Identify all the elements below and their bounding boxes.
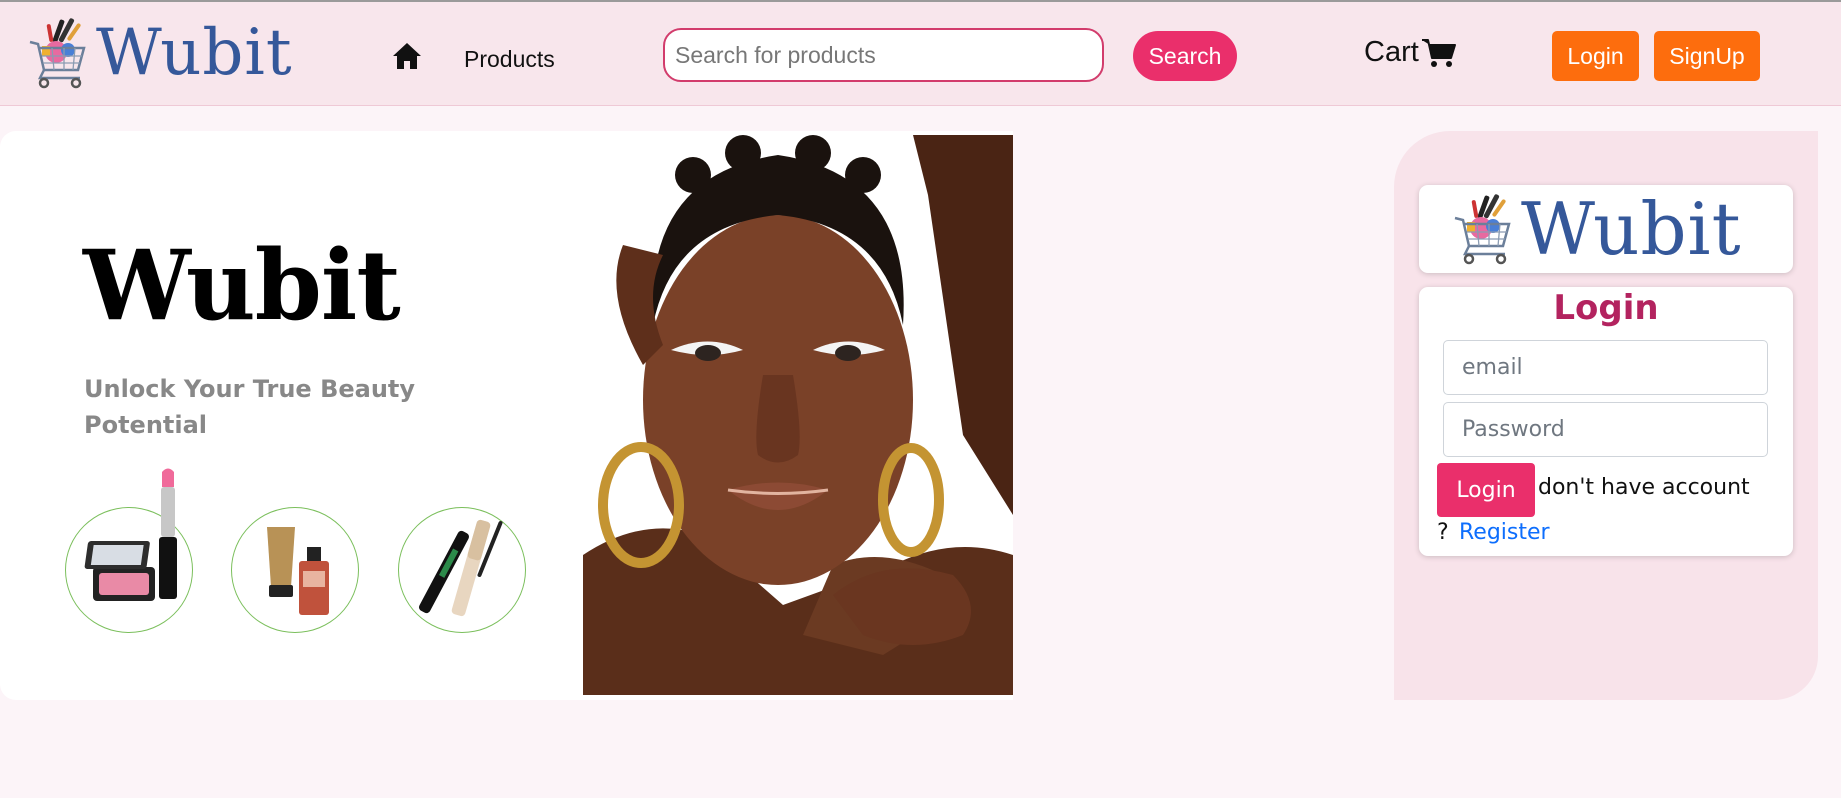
email-field[interactable] bbox=[1443, 340, 1768, 395]
search-button[interactable]: Search bbox=[1133, 31, 1237, 81]
panel-brand-name: Wubit bbox=[1521, 187, 1742, 271]
panel-logo-card: Wubit bbox=[1419, 185, 1793, 273]
no-account-text: don't have account bbox=[1538, 475, 1750, 500]
model-portrait-image bbox=[583, 135, 1013, 695]
question-mark-text: ? bbox=[1437, 520, 1449, 545]
login-side-panel: Wubit Login Login don't have account ? R… bbox=[1394, 131, 1818, 700]
login-heading: Login bbox=[1553, 288, 1659, 328]
shopping-cart-logo-icon bbox=[28, 16, 90, 90]
mascara-product-image bbox=[398, 507, 526, 633]
nav-products-link[interactable]: Products bbox=[464, 46, 555, 73]
login-button[interactable]: Login bbox=[1552, 31, 1639, 81]
blush-lipstick-product-image bbox=[65, 468, 193, 633]
brand-name: Wubit bbox=[96, 16, 293, 90]
signup-button[interactable]: SignUp bbox=[1654, 31, 1760, 81]
hero-banner: Wubit Unlock Your True Beauty Potential bbox=[0, 131, 1013, 700]
hero-title: Wubit bbox=[83, 229, 401, 342]
lotion-perfume-product-image bbox=[231, 507, 359, 633]
cart-label: Cart bbox=[1364, 36, 1419, 68]
hero-tagline: Unlock Your True Beauty Potential bbox=[84, 375, 416, 439]
cart-link[interactable]: Cart bbox=[1364, 36, 1457, 69]
cart-icon bbox=[1421, 37, 1457, 69]
password-field[interactable] bbox=[1443, 402, 1768, 457]
navbar: Wubit Products Search Cart Login SignUp bbox=[0, 2, 1841, 106]
home-icon[interactable] bbox=[392, 42, 422, 70]
form-login-button[interactable]: Login bbox=[1437, 463, 1535, 517]
register-link[interactable]: Register bbox=[1459, 520, 1550, 545]
login-form: Login Login don't have account ? Registe… bbox=[1419, 287, 1793, 556]
brand-logo[interactable]: Wubit bbox=[28, 16, 293, 90]
search-input[interactable] bbox=[663, 28, 1104, 82]
shopping-cart-logo-icon bbox=[1453, 192, 1515, 266]
